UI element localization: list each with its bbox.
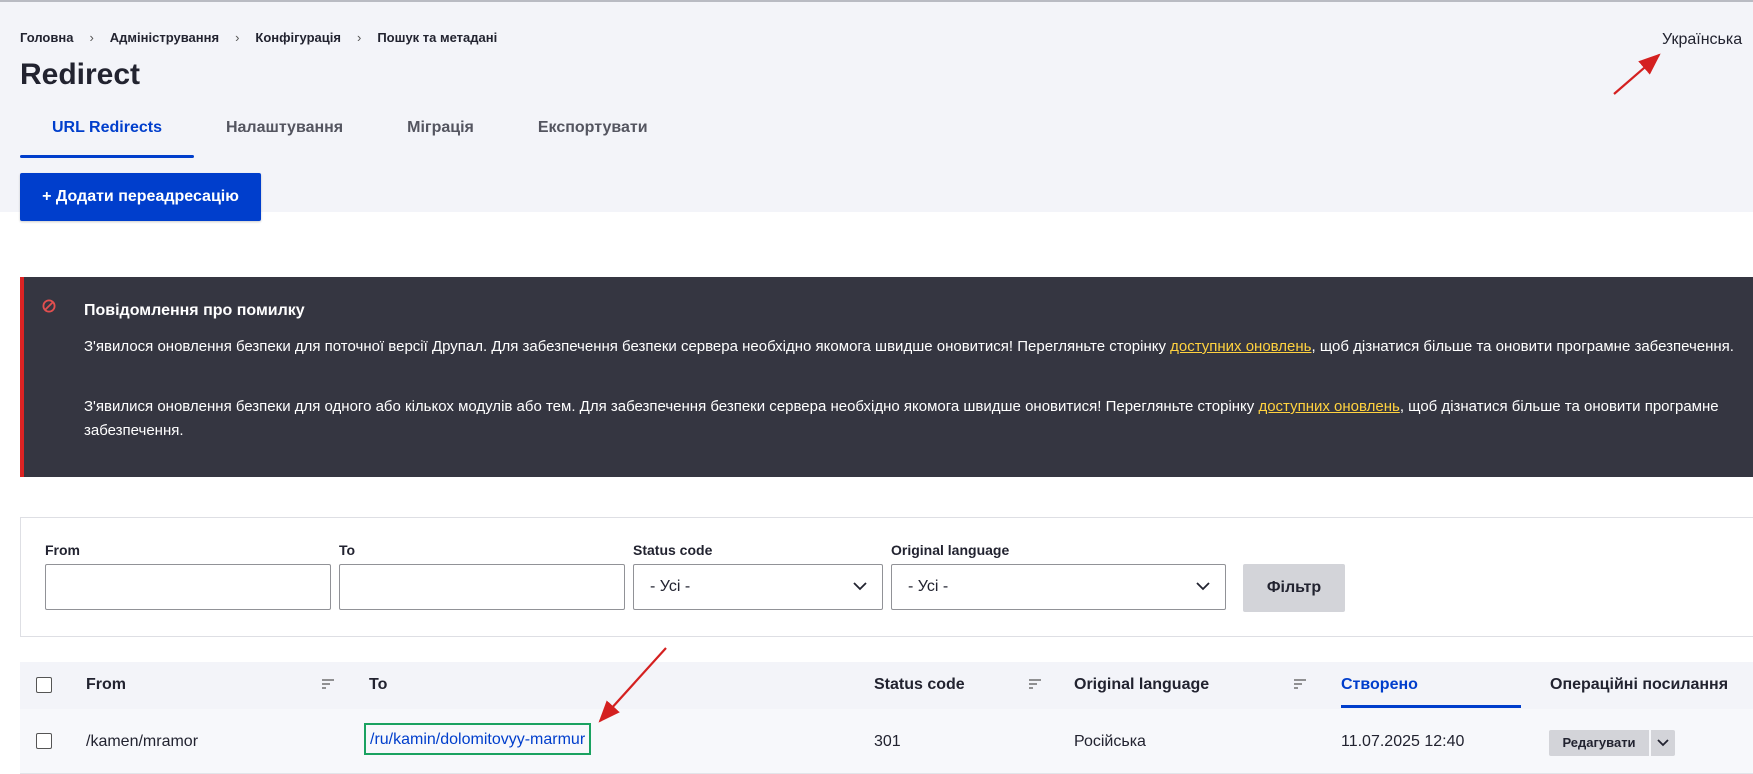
sort-icon[interactable] xyxy=(1294,679,1306,689)
column-header-to[interactable]: To xyxy=(369,676,387,694)
column-header-operations: Операційні посилання xyxy=(1550,676,1729,693)
error-title: Повідомлення про помилку xyxy=(84,302,305,319)
available-updates-link[interactable]: доступних оновлень xyxy=(1170,338,1311,355)
status-code-value: - Усі - xyxy=(650,578,691,595)
cell-from: /kamen/mramor xyxy=(86,733,199,750)
breadcrumb-item-search-metadata[interactable]: Пошук та метадані xyxy=(377,30,497,45)
error-message: Повідомлення про помилку З'явилося оновл… xyxy=(20,277,1753,477)
chevron-down-icon xyxy=(1657,739,1669,747)
breadcrumb-item-home[interactable]: Головна xyxy=(20,30,73,45)
original-language-select[interactable]: - Усі - xyxy=(891,564,1226,610)
status-code-select[interactable]: - Усі - xyxy=(633,564,883,610)
cell-to-link[interactable]: /ru/kamin/dolomitovyy-marmur xyxy=(364,723,592,755)
operations-dropdown-toggle[interactable] xyxy=(1651,730,1675,756)
chevron-down-icon xyxy=(853,582,867,591)
edit-button[interactable]: Редагувати xyxy=(1549,730,1649,756)
error-message-text: З'явилося оновлення безпеки для поточної… xyxy=(84,335,1753,359)
table-row: /kamen/mramor /ru/kamin/dolomitovyy-marm… xyxy=(20,709,1753,774)
from-input[interactable] xyxy=(45,564,331,610)
breadcrumb-separator: › xyxy=(89,30,94,45)
breadcrumb-separator: › xyxy=(235,30,240,45)
cell-status-code: 301 xyxy=(874,733,901,750)
breadcrumb-separator: › xyxy=(356,30,362,45)
filter-form: From To Status code - Усі - Original lan… xyxy=(20,517,1753,637)
active-sort-indicator xyxy=(1341,705,1521,708)
tab-migration[interactable]: Міграція xyxy=(375,110,506,158)
breadcrumb-item-admin[interactable]: Адміністрування xyxy=(110,30,219,45)
filter-button[interactable]: Фільтр xyxy=(1243,564,1345,612)
cell-original-language: Російська xyxy=(1074,733,1146,750)
status-code-label: Status code xyxy=(633,542,713,558)
tabs: URL Redirects Налаштування Міграція Експ… xyxy=(20,110,680,160)
error-text: , щоб дізнатися більше та оновити програ… xyxy=(1311,338,1734,355)
error-message-text: З'явилися оновлення безпеки для одного а… xyxy=(84,395,1753,443)
error-text: З'явилися оновлення безпеки для одного а… xyxy=(84,398,1259,415)
to-input[interactable] xyxy=(339,564,625,610)
sort-icon[interactable] xyxy=(322,679,334,689)
column-header-status-code[interactable]: Status code xyxy=(874,676,965,694)
column-header-from[interactable]: From xyxy=(86,676,126,694)
to-label: To xyxy=(339,542,356,558)
language-switcher[interactable]: Українська xyxy=(1662,31,1742,49)
tab-export[interactable]: Експортувати xyxy=(506,110,680,158)
error-text: З'явилося оновлення безпеки для поточної… xyxy=(84,338,1171,355)
tab-settings[interactable]: Налаштування xyxy=(194,110,375,158)
breadcrumb: Головна › Адміністрування › Конфігурація… xyxy=(20,30,497,45)
row-checkbox[interactable] xyxy=(36,733,52,749)
original-language-value: - Усі - xyxy=(908,578,949,595)
original-language-label: Original language xyxy=(891,542,1010,558)
column-header-created[interactable]: Створено xyxy=(1341,676,1418,694)
sort-icon[interactable] xyxy=(1029,679,1041,689)
from-label: From xyxy=(45,542,80,558)
available-updates-link[interactable]: доступних оновлень xyxy=(1258,398,1399,415)
add-redirect-button[interactable]: + Додати переадресацію xyxy=(20,173,261,221)
chevron-down-icon xyxy=(1196,582,1210,591)
cell-created: 11.07.2025 12:40 xyxy=(1341,733,1465,750)
tab-url-redirects[interactable]: URL Redirects xyxy=(20,110,194,158)
select-all-checkbox[interactable] xyxy=(36,677,52,693)
error-icon xyxy=(42,299,56,313)
table-header: From To Status code Original language Ст… xyxy=(20,662,1753,709)
column-header-original-language[interactable]: Original language xyxy=(1074,676,1209,694)
breadcrumb-item-config[interactable]: Конфігурація xyxy=(255,30,341,45)
page-title: Redirect xyxy=(20,58,141,91)
error-accent-bar xyxy=(20,277,24,477)
